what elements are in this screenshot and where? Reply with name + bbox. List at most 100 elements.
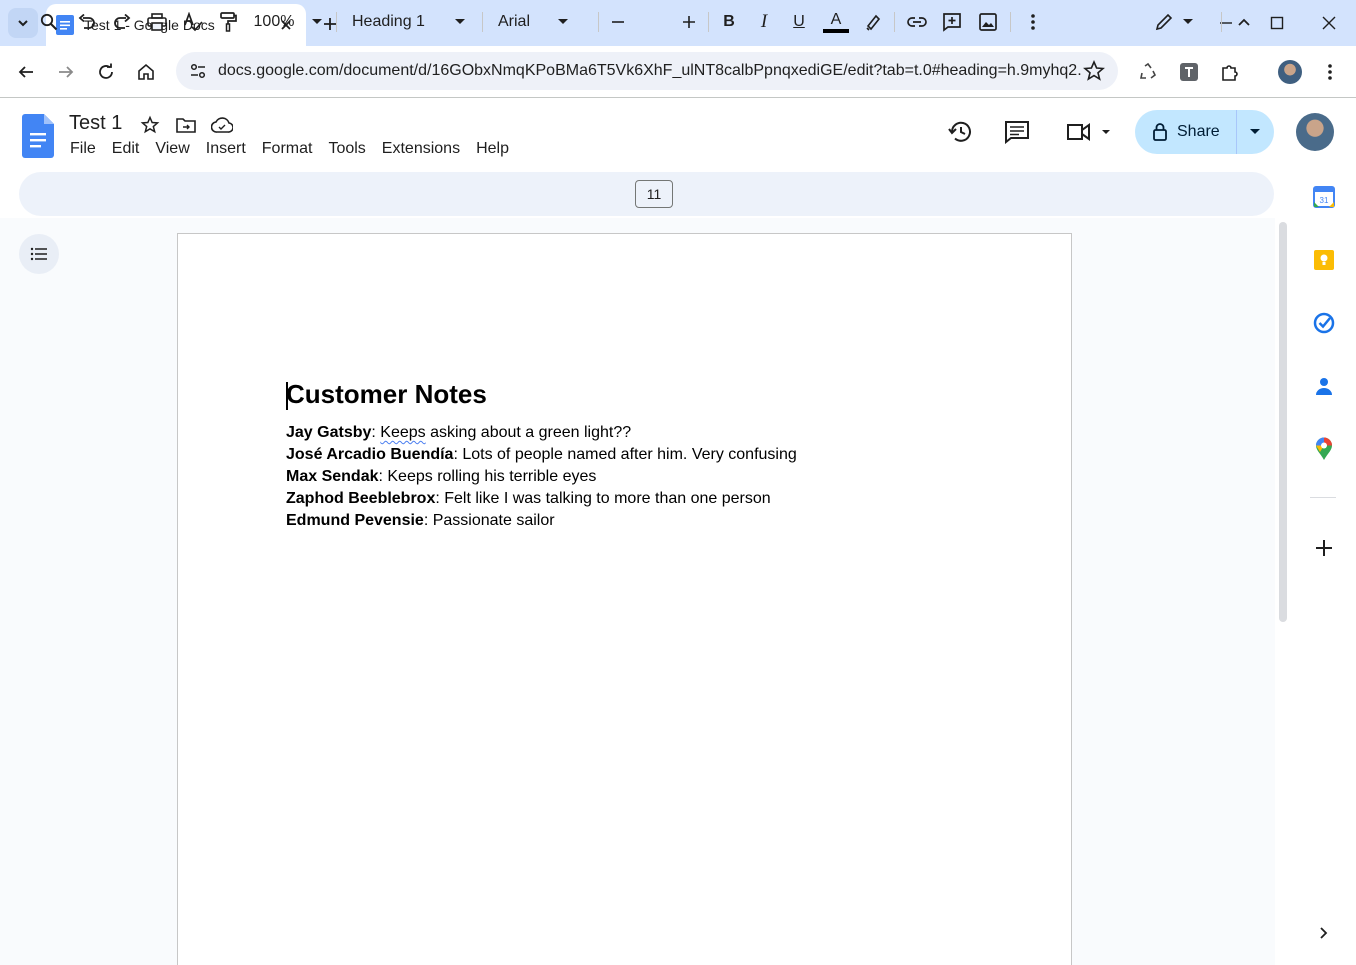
contacts-icon xyxy=(1316,378,1332,395)
menu-tools[interactable]: Tools xyxy=(320,138,373,160)
decrease-font-size-button[interactable] xyxy=(606,8,630,36)
meet-button[interactable] xyxy=(1062,116,1114,148)
print-button[interactable] xyxy=(144,8,170,36)
text-color-button[interactable]: A xyxy=(821,8,851,36)
list-item: José Arcadio Buendía: Lots of people nam… xyxy=(286,444,797,466)
toolbar-divider xyxy=(482,12,483,32)
reload-button[interactable] xyxy=(90,56,122,88)
more-vert-icon xyxy=(1328,64,1332,80)
list-item: Edmund Pevensie: Passionate sailor xyxy=(286,510,797,532)
cloud-status-button[interactable] xyxy=(210,113,234,137)
menu-extensions[interactable]: Extensions xyxy=(374,138,468,160)
caret-down-icon xyxy=(558,19,569,24)
extensions-button[interactable] xyxy=(1214,56,1246,88)
back-button[interactable] xyxy=(10,56,42,88)
document-page[interactable] xyxy=(177,233,1072,965)
share-button[interactable]: Share xyxy=(1135,110,1237,154)
calendar-app-button[interactable]: 31 xyxy=(1309,182,1339,212)
maps-app-button[interactable] xyxy=(1309,434,1339,464)
caret-down-icon xyxy=(454,19,465,24)
extension-t-button[interactable] xyxy=(1173,56,1205,88)
keep-app-button[interactable] xyxy=(1309,245,1339,275)
bookmark-star-icon[interactable] xyxy=(1082,59,1106,83)
toolbar-divider xyxy=(336,12,337,32)
profile-avatar xyxy=(1278,60,1302,84)
font-size-input[interactable]: 11 xyxy=(635,180,673,208)
tab-search-button[interactable] xyxy=(8,8,38,38)
google-docs-logo-icon[interactable] xyxy=(22,114,54,158)
more-tools-button[interactable] xyxy=(1020,8,1046,36)
spelling-flagged-word[interactable]: Keeps xyxy=(380,424,425,441)
star-icon xyxy=(140,115,160,134)
italic-button[interactable]: I xyxy=(751,8,777,36)
maximize-icon xyxy=(1270,16,1284,30)
hide-menus-button[interactable] xyxy=(1231,8,1257,36)
window-close-button[interactable] xyxy=(1314,8,1344,38)
share-button-group: Share xyxy=(1135,110,1274,154)
underline-button[interactable]: U xyxy=(786,8,812,36)
customer-note: : Lots of people named after him. Very c… xyxy=(453,446,797,463)
menu-file[interactable]: File xyxy=(62,138,104,160)
font-select[interactable]: Arial xyxy=(494,8,588,36)
add-comment-button[interactable] xyxy=(939,8,965,36)
tasks-icon xyxy=(1313,312,1335,334)
maps-pin-icon xyxy=(1316,437,1332,460)
caret-down-icon xyxy=(1183,19,1193,24)
spellcheck-button[interactable] xyxy=(180,8,206,36)
caret-down-icon xyxy=(312,19,323,24)
increase-font-size-button[interactable] xyxy=(677,8,701,36)
zoom-select[interactable]: 100% xyxy=(250,8,326,36)
vertical-scrollbar[interactable] xyxy=(1279,222,1287,622)
move-button[interactable] xyxy=(174,113,198,137)
browser-menu-button[interactable] xyxy=(1314,56,1346,88)
chevron-right-icon xyxy=(1320,927,1328,939)
insert-link-button[interactable] xyxy=(904,8,930,36)
tasks-app-button[interactable] xyxy=(1309,308,1339,338)
address-bar[interactable]: docs.google.com/document/d/16GObxNmqKPoB… xyxy=(176,52,1118,90)
editing-mode-button[interactable] xyxy=(1146,8,1202,36)
account-avatar[interactable] xyxy=(1296,113,1334,151)
undo-button[interactable] xyxy=(74,8,100,36)
share-dropdown-button[interactable] xyxy=(1237,129,1273,135)
paragraph-style-select[interactable]: Heading 1 xyxy=(348,8,470,36)
menu-view[interactable]: View xyxy=(147,138,197,160)
insert-image-button[interactable] xyxy=(975,8,1001,36)
text-cursor xyxy=(286,382,288,410)
browser-profile-button[interactable] xyxy=(1274,56,1306,88)
menu-help[interactable]: Help xyxy=(468,138,517,160)
search-icon xyxy=(40,13,58,31)
bold-button[interactable]: B xyxy=(716,8,742,36)
customer-note: : Felt like I was talking to more than o… xyxy=(435,490,771,507)
search-menus-button[interactable] xyxy=(36,8,62,36)
minus-icon xyxy=(612,21,624,23)
contacts-app-button[interactable] xyxy=(1309,371,1339,401)
home-button[interactable] xyxy=(130,56,162,88)
highlight-color-button[interactable] xyxy=(860,8,886,36)
menu-insert[interactable]: Insert xyxy=(198,138,254,160)
show-side-panel-button[interactable] xyxy=(1309,918,1339,948)
chevron-up-icon xyxy=(1238,18,1250,26)
version-history-button[interactable] xyxy=(945,116,977,148)
document-title[interactable]: Test 1 xyxy=(69,112,122,135)
comments-button[interactable] xyxy=(1001,116,1033,148)
document-outline-button[interactable] xyxy=(19,234,59,274)
list-item: Zaphod Beeblebrox: Felt like I was talki… xyxy=(286,488,797,510)
redo-button[interactable] xyxy=(109,8,135,36)
toolbar-divider xyxy=(598,12,599,32)
customer-name: José Arcadio Buendía xyxy=(286,446,454,463)
document-heading[interactable]: Customer Notes xyxy=(286,379,487,410)
menu-format[interactable]: Format xyxy=(254,138,321,160)
menu-edit[interactable]: Edit xyxy=(104,138,148,160)
document-body[interactable]: Jay Gatsby: Keeps asking about a green l… xyxy=(286,422,797,532)
star-button[interactable] xyxy=(138,113,162,137)
get-addons-button[interactable] xyxy=(1309,533,1339,563)
customer-note: : Passionate sailor xyxy=(423,512,555,529)
forward-button[interactable] xyxy=(50,56,82,88)
extension-recycle-button[interactable] xyxy=(1132,56,1164,88)
site-settings-icon[interactable] xyxy=(188,61,208,81)
customer-name: Zaphod Beeblebrox xyxy=(286,490,436,507)
paint-format-button[interactable] xyxy=(215,8,241,36)
maximize-button[interactable] xyxy=(1262,8,1292,38)
customer-name: Max Sendak xyxy=(286,468,379,485)
text-color-glyph: A xyxy=(830,11,842,28)
